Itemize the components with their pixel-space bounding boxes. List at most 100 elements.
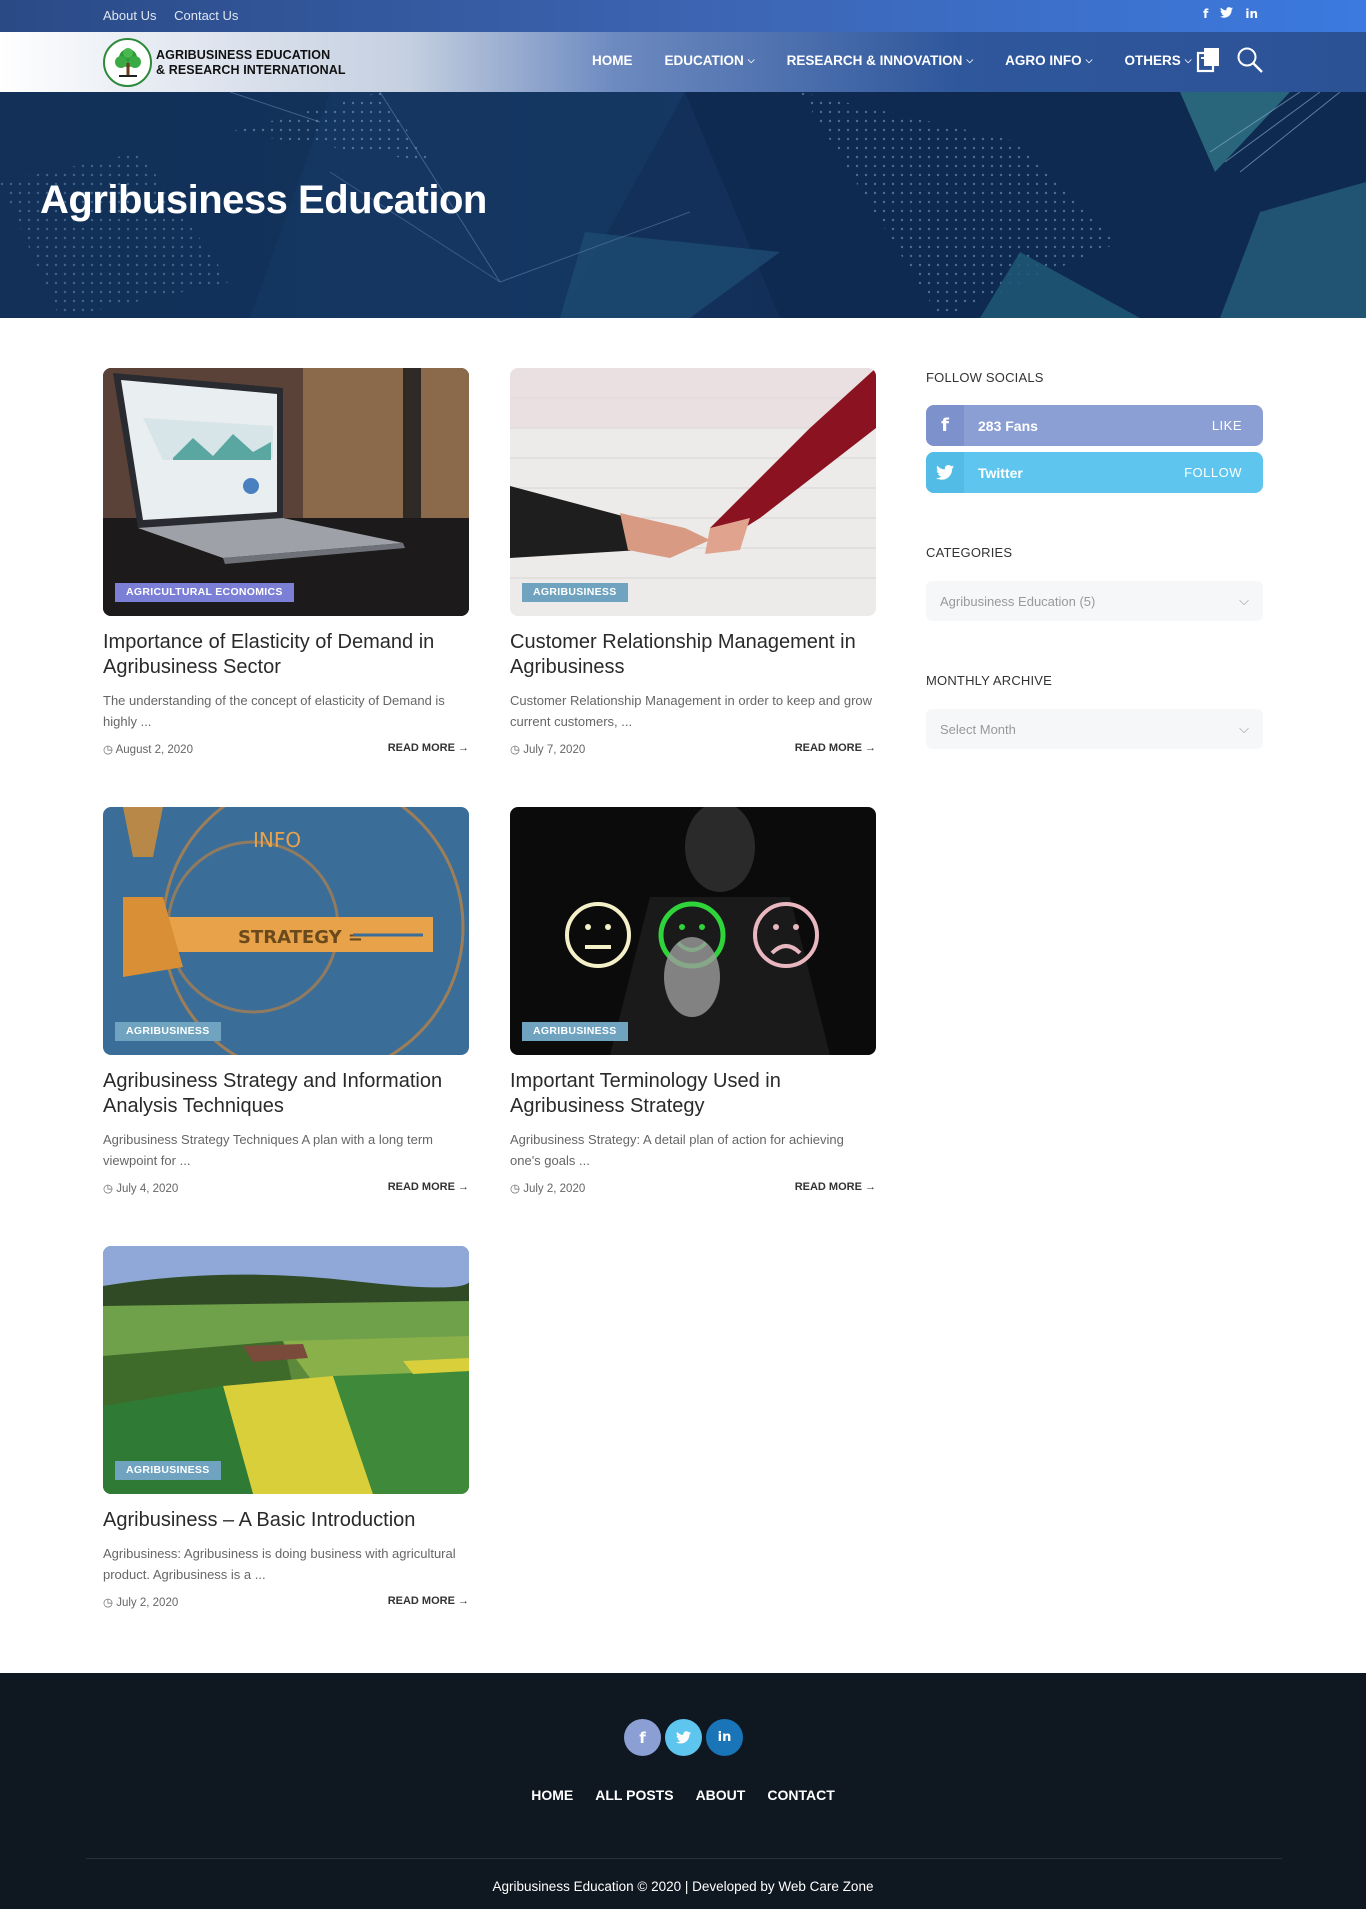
post-title[interactable]: Importance of Elasticity of Demand in Ag… [103,630,469,680]
post-meta: ◷ July 4, 2020 READ MORE → [103,1181,469,1195]
post-title[interactable]: Agribusiness Strategy and Information An… [103,1069,469,1119]
footer-nav: HOME ALL POSTS ABOUT CONTACT [0,1787,1366,1803]
post-thumbnail[interactable]: AGRIBUSINESS [510,807,876,1055]
post-excerpt: The understanding of the concept of elas… [103,693,445,729]
nav-label: OTHERS [1124,53,1181,68]
post-card: AGRIBUSINESS Important Terminology Used … [510,807,876,1195]
reading-list-icon[interactable] [1196,47,1222,78]
contact-us-link[interactable]: Contact Us [174,8,238,23]
nav-research-innovation[interactable]: RESEARCH & INNOVATION ⌵ [787,53,974,68]
twitter-icon[interactable] [665,1719,702,1756]
footer-link-all-posts[interactable]: ALL POSTS [595,1787,673,1803]
post-excerpt: Agribusiness Strategy Techniques A plan … [103,1132,434,1168]
post-thumbnail[interactable]: AGRIBUSINESS [103,1246,469,1494]
farmland-photo [103,1246,469,1494]
post-card: AGRIBUSINESS Agribusiness – A Basic Intr… [103,1246,469,1609]
post-meta: ◷ July 2, 2020 READ MORE → [103,1595,469,1609]
post-date: July 7, 2020 [523,744,586,756]
post-title[interactable]: Important Terminology Used in Agribusine… [510,1069,876,1119]
facebook-fans-label: 283 Fans [978,417,1038,434]
chevron-down-icon: ⌵ [747,55,755,65]
post-card: AGRIBUSINESS Customer Relationship Manag… [510,368,876,756]
post-title[interactable]: Agribusiness – A Basic Introduction [103,1508,469,1533]
read-more-label: READ MORE [794,1181,862,1193]
post-thumbnail[interactable]: AGRICULTURAL ECONOMICS [103,368,469,616]
nav-label: EDUCATION [664,53,744,68]
post-date-wrap: ◷ July 7, 2020 [510,742,585,756]
footer-divider [86,1858,1282,1859]
post-excerpt: Agribusiness Strategy: A detail plan of … [510,1132,844,1168]
nav-home[interactable]: HOME [592,53,633,68]
main-nav: HOME EDUCATION ⌵ RESEARCH & INNOVATION ⌵ A… [592,53,1224,68]
post-excerpt: Agribusiness: Agribusiness is doing busi… [103,1546,456,1582]
nav-label: RESEARCH & INNOVATION [786,53,963,68]
post-card: STRATEGY = INFO AGRIBUSINESS Agribusines… [103,807,469,1195]
clock-icon: ◷ [103,1183,117,1195]
category-badge[interactable]: AGRIBUSINESS [115,1022,221,1041]
read-more-link[interactable]: READ MORE → [795,742,876,756]
handshake-photo [510,368,876,616]
post-date: August 2, 2020 [115,744,193,756]
read-more-link[interactable]: READ MORE → [388,1595,469,1609]
facebook-icon[interactable]: f [1203,7,1208,21]
nav-others[interactable]: OTHERS ⌵ [1125,53,1192,68]
twitter-action: FOLLOW [1184,465,1242,480]
arrow-right-icon: → [458,1181,469,1193]
monthly-archive-select[interactable]: Select Month ⌵ [926,709,1263,749]
post-meta: ◷ August 2, 2020 READ MORE → [103,742,469,756]
facebook-action: LIKE [1211,418,1242,433]
footer-social-links: f in [624,1719,743,1756]
category-badge[interactable]: AGRIBUSINESS [522,1022,628,1041]
categories-select[interactable]: Agribusiness Education (5) ⌵ [926,581,1263,621]
post-thumbnail[interactable]: STRATEGY = INFO AGRIBUSINESS [103,807,469,1055]
arrow-right-icon: → [458,742,469,754]
copyright-text: Agribusiness Education © 2020 | Develope… [492,1879,874,1894]
post-date-wrap: ◷ July 2, 2020 [510,1181,585,1195]
post-date: July 2, 2020 [523,1183,586,1195]
search-icon[interactable] [1236,46,1264,79]
post-thumbnail[interactable]: AGRIBUSINESS [510,368,876,616]
read-more-link[interactable]: READ MORE → [388,742,469,756]
follow-socials-heading: FOLLOW SOCIALS [926,370,1044,385]
chevron-down-icon: ⌵ [1085,55,1093,65]
twitter-icon[interactable] [1220,7,1234,21]
laptop-photo [103,368,469,616]
top-bar: About Us Contact Us f in [0,0,1366,32]
svg-text:STRATEGY =: STRATEGY = [238,927,363,948]
read-more-link[interactable]: READ MORE → [388,1181,469,1195]
logo-line-1: AGRIBUSINESS EDUCATION [156,47,331,62]
logo-text: AGRIBUSINESS EDUCATION & RESEARCH INTERN… [156,48,346,78]
nav-label: HOME [592,53,633,68]
tree-logo-icon [103,38,152,87]
footer-link-contact[interactable]: CONTACT [767,1787,834,1803]
category-badge[interactable]: AGRIBUSINESS [115,1461,221,1480]
read-more-label: READ MORE [387,1595,455,1607]
nav-education[interactable]: EDUCATION ⌵ [665,53,755,68]
post-date-wrap: ◷ July 2, 2020 [103,1595,178,1609]
footer-link-home[interactable]: HOME [531,1787,573,1803]
twitter-label: Twitter [978,464,1023,481]
category-badge[interactable]: AGRICULTURAL ECONOMICS [115,583,294,602]
monthly-archive-heading: MONTHLY ARCHIVE [926,673,1053,688]
arrow-right-icon: → [865,742,876,754]
header-actions [1196,46,1264,79]
clock-icon: ◷ [510,1183,524,1195]
nav-agro-info[interactable]: AGRO INFO ⌵ [1005,53,1092,68]
read-more-link[interactable]: READ MORE → [795,1181,876,1195]
post-title[interactable]: Customer Relationship Management in Agri… [510,630,876,680]
footer-link-about[interactable]: ABOUT [696,1787,746,1803]
linkedin-icon[interactable]: in [706,1719,743,1756]
linkedin-icon[interactable]: in [1245,7,1258,21]
nav-label: AGRO INFO [1005,53,1082,68]
clock-icon: ◷ [510,744,524,756]
category-badge[interactable]: AGRIBUSINESS [522,583,628,602]
post-card: AGRICULTURAL ECONOMICS Importance of Ela… [103,368,469,756]
site-logo[interactable]: AGRIBUSINESS EDUCATION & RESEARCH INTERN… [103,38,346,87]
facebook-icon[interactable]: f [624,1719,661,1756]
read-more-label: READ MORE [387,1181,455,1193]
facebook-like-button[interactable]: f 283 Fans LIKE [926,405,1263,446]
twitter-follow-button[interactable]: Twitter FOLLOW [926,452,1263,493]
post-date-wrap: ◷ July 4, 2020 [103,1181,178,1195]
about-us-link[interactable]: About Us [103,8,156,23]
arrow-right-icon: → [865,1181,876,1193]
